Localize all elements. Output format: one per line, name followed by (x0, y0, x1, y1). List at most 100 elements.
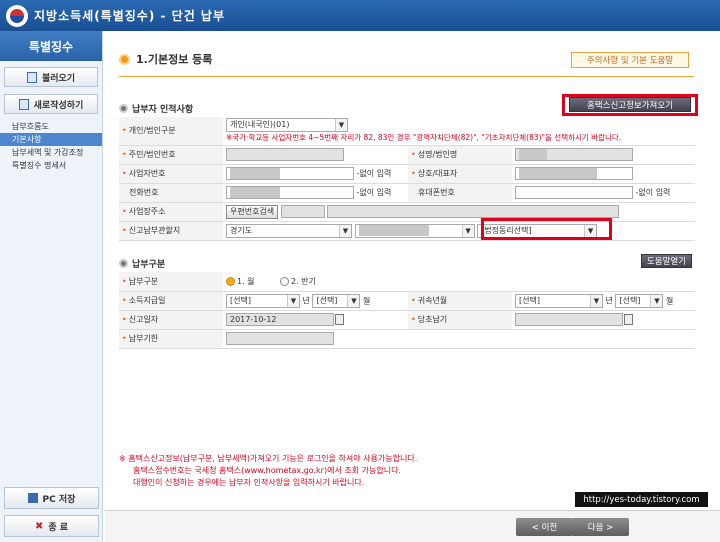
address-label: • 사업장주소 (119, 202, 223, 222)
subtitle-bullet-icon (119, 104, 128, 113)
half-year-label: 2. 반기 (290, 276, 316, 286)
zip-search-button[interactable]: 우편번호검색 (226, 204, 279, 219)
due-date-input[interactable] (515, 313, 623, 326)
sidebar: 특별징수 불러오기 새로작성하기 납부흐름도 기본사항 납부세액 및 가감조정 … (0, 31, 103, 542)
sidebar-item-basic[interactable]: 기본사항 (0, 133, 102, 146)
notes: ※ 홈택스신고정보(납부구분, 납부세액)가져오기 기능은 로그인을 하셔야 사… (119, 453, 417, 489)
document-icon (26, 71, 37, 83)
title-bar: 지방소득세(특별징수) - 단건 납부 (0, 0, 720, 31)
address-input[interactable] (327, 205, 620, 218)
due-label: • 당초납기 (408, 310, 512, 330)
chevron-down-icon: ▼ (335, 119, 347, 132)
income-year-select[interactable]: [선택] ▼ (226, 293, 300, 308)
payment-form: • 납부구분 1. 월 2. 반기 • 소득지급일 [선택] ▼ 년 [선택] ▼ 월 … (119, 272, 695, 349)
calendar-icon[interactable] (335, 314, 344, 325)
mobile-label: 휴대폰번호 (408, 183, 512, 203)
calendar-icon[interactable] (624, 314, 633, 325)
phone-suffix: -없이 입력 (356, 188, 392, 197)
belong-year-select[interactable]: [선택] ▼ (515, 293, 603, 308)
pc-save-button[interactable]: PC 저장 (4, 487, 99, 509)
highlight-box-hometax (562, 94, 698, 116)
company-label: • 상호/대표자 (408, 164, 512, 184)
monthly-radio[interactable] (226, 276, 235, 286)
footer-bar: < 이전 다음 > (105, 510, 720, 542)
payment-subtitle: 납부구분 (119, 257, 165, 270)
year-unit-2: 년 (605, 296, 613, 305)
name-input[interactable] (515, 148, 633, 161)
chevron-down-icon: ▼ (287, 294, 299, 307)
load-button-label: 불러오기 (41, 73, 76, 84)
section-divider (119, 76, 694, 77)
chevron-down-icon: ▼ (339, 224, 351, 237)
type-note: ※국가·학교등 사업자번호 4~5번째 자리가 82, 83인 경우 "광역자치… (226, 133, 622, 143)
chevron-down-icon: ▼ (347, 294, 360, 307)
window-title: 지방소득세(특별징수) - 단건 납부 (34, 9, 226, 23)
kind-label: • 납부구분 (119, 272, 223, 292)
prev-button[interactable]: < 이전 (516, 518, 573, 536)
chevron-down-icon: ▼ (650, 294, 663, 307)
chevron-down-icon: ▼ (590, 294, 602, 307)
monthly-label: 1. 월 (237, 276, 255, 286)
watermark-url: http://yes-today.tistory.com (575, 492, 708, 507)
help-open-button[interactable]: 도움말열기 (641, 254, 692, 268)
taegeuk-logo-icon (6, 4, 28, 27)
sidebar-header: 특별징수 (0, 31, 102, 61)
section-title-text: 1.기본정보 등록 (136, 53, 213, 66)
mobile-suffix: -없이 입력 (635, 188, 671, 197)
phone-label: 전화번호 (119, 183, 223, 203)
sidebar-item-tax-adjust[interactable]: 납부세액 및 가감조정 (0, 146, 102, 159)
year-unit: 년 (302, 296, 310, 305)
city-select[interactable]: ▼ (354, 223, 475, 238)
chevron-down-icon: ▼ (461, 224, 474, 237)
section-bullet-icon (119, 53, 130, 65)
rrn-label: • 주민/법인번호 (119, 145, 223, 165)
subtitle-bullet-icon (119, 259, 128, 268)
floppy-disk-icon (27, 493, 38, 503)
belong-label: • 귀속년월 (408, 291, 512, 311)
type-select[interactable]: 개인(내국인)(01) ▼ (226, 118, 348, 133)
report-date-input[interactable]: 2017-10-12 (226, 313, 334, 326)
bizno-input[interactable] (226, 167, 354, 180)
next-button[interactable]: 다음 > (572, 518, 629, 536)
half-year-radio[interactable] (279, 276, 289, 286)
note-3: 대행인이 신청하는 경우에는 납부자 인적사항을 입력하시기 바랍니다. (133, 478, 365, 487)
zip-input[interactable] (280, 205, 325, 218)
deadline-input[interactable] (226, 332, 334, 345)
load-button[interactable]: 불러오기 (4, 67, 98, 87)
new-button[interactable]: 새로작성하기 (4, 94, 98, 114)
pc-save-label: PC 저장 (42, 494, 76, 505)
highlight-box-dong (481, 218, 612, 240)
exit-button[interactable]: ✖ 종 료 (4, 515, 99, 537)
taxpayer-subtitle-text: 납부자 인적사항 (132, 105, 194, 115)
taxpayer-subtitle: 납부자 인적사항 (119, 102, 193, 115)
rrn-input[interactable] (226, 148, 344, 161)
new-document-icon (18, 98, 29, 110)
name-label: • 성명/법인명 (408, 145, 512, 165)
deadline-label: • 납부기한 (119, 329, 223, 349)
note-1: ※ 홈택스신고정보(납부구분, 납부세액)가져오기 기능은 로그인을 하셔야 사… (119, 454, 418, 463)
month-unit: 월 (363, 296, 371, 305)
bizno-suffix: -없이 입력 (356, 169, 392, 178)
bizno-label: • 사업자번호 (119, 164, 223, 184)
mobile-input[interactable] (515, 186, 633, 199)
income-month-select[interactable]: [선택] ▼ (312, 293, 361, 308)
new-button-label: 새로작성하기 (33, 100, 84, 111)
main-content: 1.기본정보 등록 주의사항 및 기본 도움말 납부자 인적사항 홈택스신고정보… (105, 31, 720, 542)
close-icon: ✖ (34, 520, 44, 532)
section-title: 1.기본정보 등록 (119, 51, 212, 67)
income-date-label: • 소득지급일 (119, 291, 223, 311)
note-2: 홈택스접수번호는 국세청 홈택스(www.hometax.go.kr)에서 조회… (133, 466, 401, 475)
help-notes-button[interactable]: 주의사항 및 기본 도움말 (571, 52, 689, 68)
report-date-label: • 신고일자 (119, 310, 223, 330)
type-label: • 개인/법인구분 (119, 117, 223, 146)
sidebar-item-statement[interactable]: 특별징수 명세서 (0, 159, 102, 172)
payment-subtitle-text: 납부구분 (132, 260, 166, 270)
belong-month-select[interactable]: [선택] ▼ (615, 293, 664, 308)
month-unit-2: 월 (666, 296, 674, 305)
province-select[interactable]: 경기도 ▼ (226, 223, 352, 238)
company-input[interactable] (515, 167, 633, 180)
exit-label: 종 료 (48, 522, 69, 533)
phone-input[interactable] (226, 186, 354, 199)
sidebar-item-flow[interactable]: 납부흐름도 (0, 120, 102, 133)
place-label: • 신고납부관할지 (119, 221, 223, 241)
